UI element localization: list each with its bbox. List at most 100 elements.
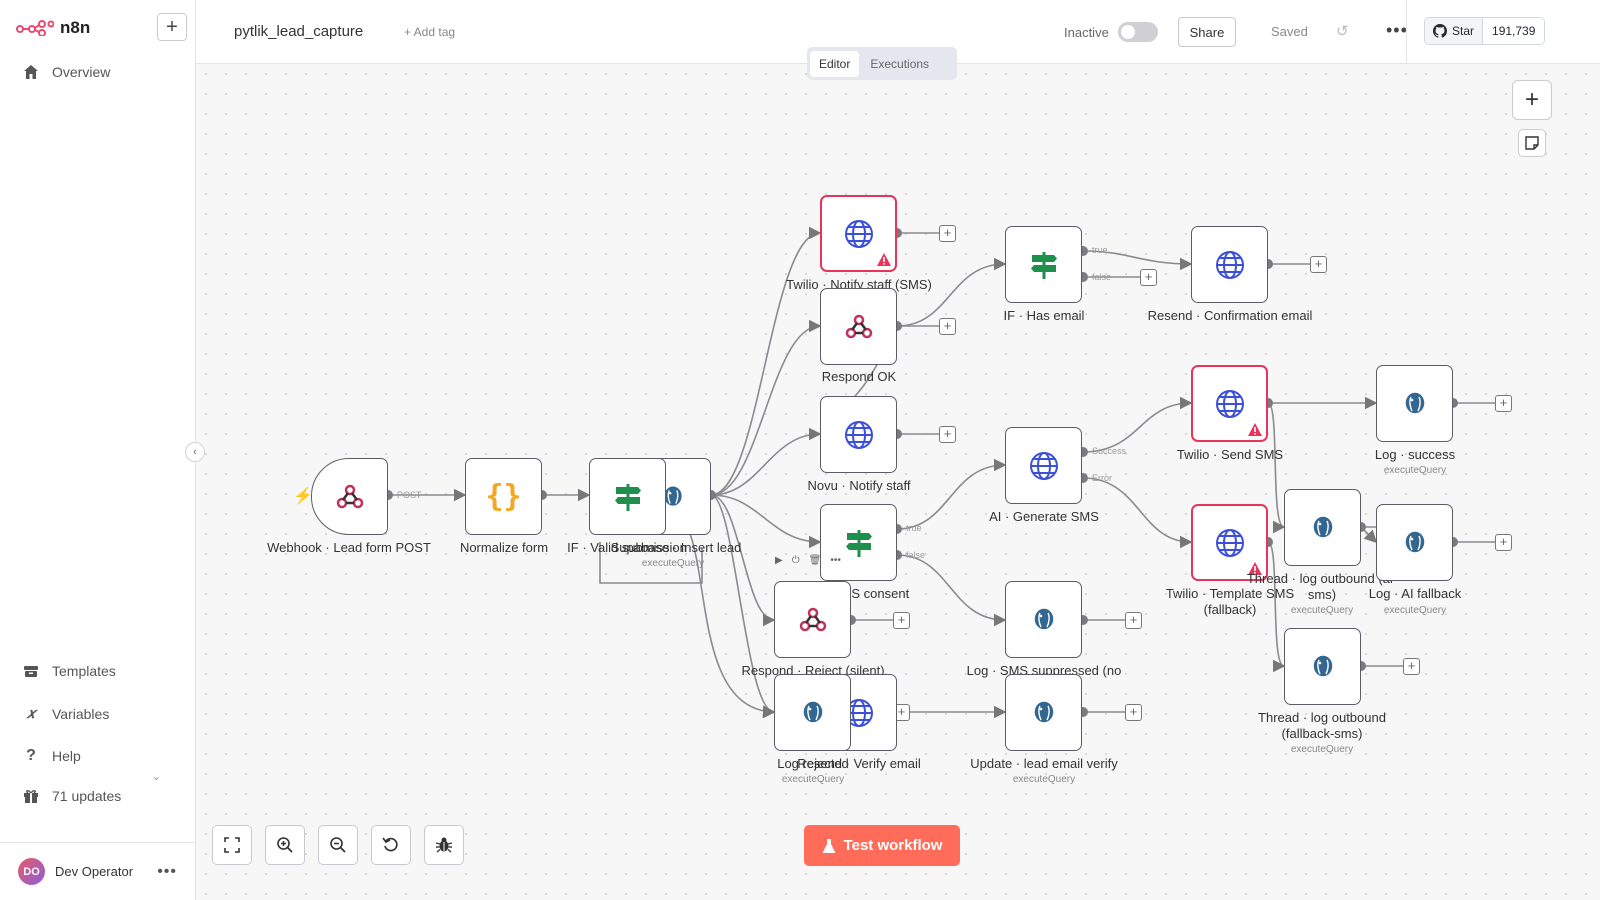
- history-icon[interactable]: ↺: [1336, 22, 1349, 40]
- sidebar-item-overview[interactable]: Overview: [22, 64, 110, 80]
- new-workflow-button[interactable]: +: [157, 13, 187, 41]
- node-label: Update · lead email verify: [970, 756, 1118, 771]
- edge-label-true: true: [906, 523, 922, 533]
- add-node-button[interactable]: +: [1310, 256, 1327, 273]
- more-icon[interactable]: •••: [830, 555, 841, 566]
- http-globe-icon: [1215, 250, 1244, 279]
- active-toggle[interactable]: [1118, 22, 1158, 42]
- add-node-button[interactable]: +: [939, 426, 956, 443]
- add-node-button[interactable]: +: [893, 612, 910, 629]
- zoom-in-button[interactable]: [265, 825, 305, 865]
- webhook-icon: [336, 484, 363, 508]
- node-label: Twilio · Send SMS: [1176, 447, 1284, 462]
- user-name: Dev Operator: [55, 864, 134, 879]
- n8n-logo[interactable]: n8n: [16, 18, 90, 38]
- node-twilio-notify-staff[interactable]: [820, 195, 897, 272]
- node-webhook-lead-form[interactable]: [311, 458, 388, 535]
- node-if-valid-submission[interactable]: [589, 458, 666, 535]
- edge-label-false: false: [1092, 272, 1112, 282]
- gift-icon: [22, 788, 40, 804]
- node-resend-confirmation-email[interactable]: [1191, 226, 1268, 303]
- sidebar-item-updates[interactable]: 71 updates: [22, 788, 121, 804]
- postgres-icon: [1403, 529, 1426, 554]
- add-node-button[interactable]: +: [1495, 395, 1512, 412]
- node-subtitle: executeQuery: [1383, 465, 1447, 476]
- node-novu-notify-staff[interactable]: [820, 396, 897, 473]
- node-toolbar: ▶ ⏻ 🗑 •••: [775, 555, 841, 566]
- fit-view-button[interactable]: [212, 825, 252, 865]
- node-twilio-template-sms-fallback[interactable]: [1191, 504, 1268, 581]
- sidebar-item-templates[interactable]: Templates: [22, 663, 116, 679]
- debug-button[interactable]: [424, 825, 464, 865]
- play-icon[interactable]: ▶: [775, 555, 783, 566]
- add-node-button[interactable]: +: [939, 225, 956, 242]
- sidebar-item-label: Variables: [52, 705, 110, 722]
- tab-editor[interactable]: Editor: [810, 50, 860, 77]
- power-icon[interactable]: ⏻: [792, 555, 800, 566]
- collapse-sidebar-button[interactable]: ‹: [185, 442, 205, 462]
- add-sticky-note-button[interactable]: [1518, 129, 1546, 157]
- workflow-name[interactable]: pytlik_lead_capture: [234, 23, 363, 40]
- postgres-icon: [1032, 606, 1055, 631]
- node-if-has-email[interactable]: [1005, 226, 1082, 303]
- add-node-panel-button[interactable]: +: [1512, 80, 1552, 120]
- github-star-button[interactable]: Star 191,739: [1424, 17, 1546, 45]
- saved-status: Saved: [1271, 24, 1308, 39]
- node-label: Log · AI fallback: [1368, 586, 1462, 601]
- http-globe-icon: [844, 420, 873, 449]
- node-log-ai-fallback[interactable]: [1376, 504, 1453, 581]
- add-node-button[interactable]: +: [1140, 269, 1157, 286]
- github-star-count: 191,739: [1483, 18, 1545, 44]
- add-tag-link[interactable]: + Add tag: [404, 25, 455, 39]
- variable-icon: 𝑥: [26, 705, 36, 722]
- test-workflow-button[interactable]: Test workflow: [804, 825, 960, 866]
- tab-executions[interactable]: Executions: [861, 51, 938, 77]
- warning-icon[interactable]: [877, 253, 891, 266]
- n8n-logo-icon: [16, 20, 54, 36]
- node-log-success[interactable]: [1376, 365, 1453, 442]
- node-respond-reject[interactable]: [774, 581, 851, 658]
- add-node-button[interactable]: +: [1403, 658, 1420, 675]
- flask-icon: [822, 838, 835, 853]
- node-update-lead-email-verify[interactable]: [1005, 674, 1082, 751]
- node-twilio-send-sms[interactable]: [1191, 365, 1268, 442]
- node-subtitle: executeQuery: [1383, 605, 1447, 616]
- add-node-button[interactable]: +: [1125, 612, 1142, 629]
- share-button[interactable]: Share: [1178, 17, 1236, 47]
- node-thread-log-outbound-ai-sms[interactable]: [1284, 489, 1361, 566]
- node-label: IF · Has email: [1003, 308, 1085, 323]
- zoom-in-icon: [277, 837, 293, 853]
- trash-icon[interactable]: 🗑: [809, 555, 822, 566]
- sidebar-item-help[interactable]: ? Help: [22, 747, 81, 765]
- chevron-down-icon[interactable]: ⌄: [152, 770, 161, 783]
- sidebar-item-variables[interactable]: 𝑥 Variables: [22, 705, 110, 722]
- sidebar-item-label: Templates: [52, 663, 116, 679]
- node-log-sms-suppressed[interactable]: [1005, 581, 1082, 658]
- node-subtitle: executeQuery: [1012, 774, 1076, 785]
- zoom-out-button[interactable]: [318, 825, 358, 865]
- node-ai-generate-sms[interactable]: [1005, 427, 1082, 504]
- reset-zoom-button[interactable]: [371, 825, 411, 865]
- avatar[interactable]: DO: [18, 858, 45, 885]
- reset-icon: [382, 837, 398, 852]
- node-log-rejected[interactable]: [774, 674, 851, 751]
- node-thread-log-outbound-fallback-sms[interactable]: [1284, 628, 1361, 705]
- postgres-icon: [1403, 390, 1426, 415]
- node-respond-ok[interactable]: [820, 288, 897, 365]
- more-icon[interactable]: •••: [1386, 20, 1408, 41]
- webhook-icon: [799, 607, 826, 631]
- box-icon: [22, 663, 40, 679]
- node-if-sms-consent[interactable]: [820, 504, 897, 581]
- node-subtitle: executeQuery: [641, 558, 705, 569]
- node-normalize-form[interactable]: {}: [465, 458, 542, 535]
- node-subtitle: executeQuery: [781, 774, 845, 785]
- edge-label-error: Error: [1092, 473, 1112, 483]
- user-footer: DO Dev Operator •••: [0, 842, 195, 900]
- postgres-icon: [801, 699, 824, 724]
- code-braces-icon: {}: [485, 479, 522, 514]
- add-node-button[interactable]: +: [1125, 704, 1142, 721]
- status-label: Inactive: [1064, 25, 1109, 40]
- add-node-button[interactable]: +: [1495, 534, 1512, 551]
- warning-icon[interactable]: [1248, 423, 1262, 436]
- more-icon[interactable]: •••: [157, 863, 177, 881]
